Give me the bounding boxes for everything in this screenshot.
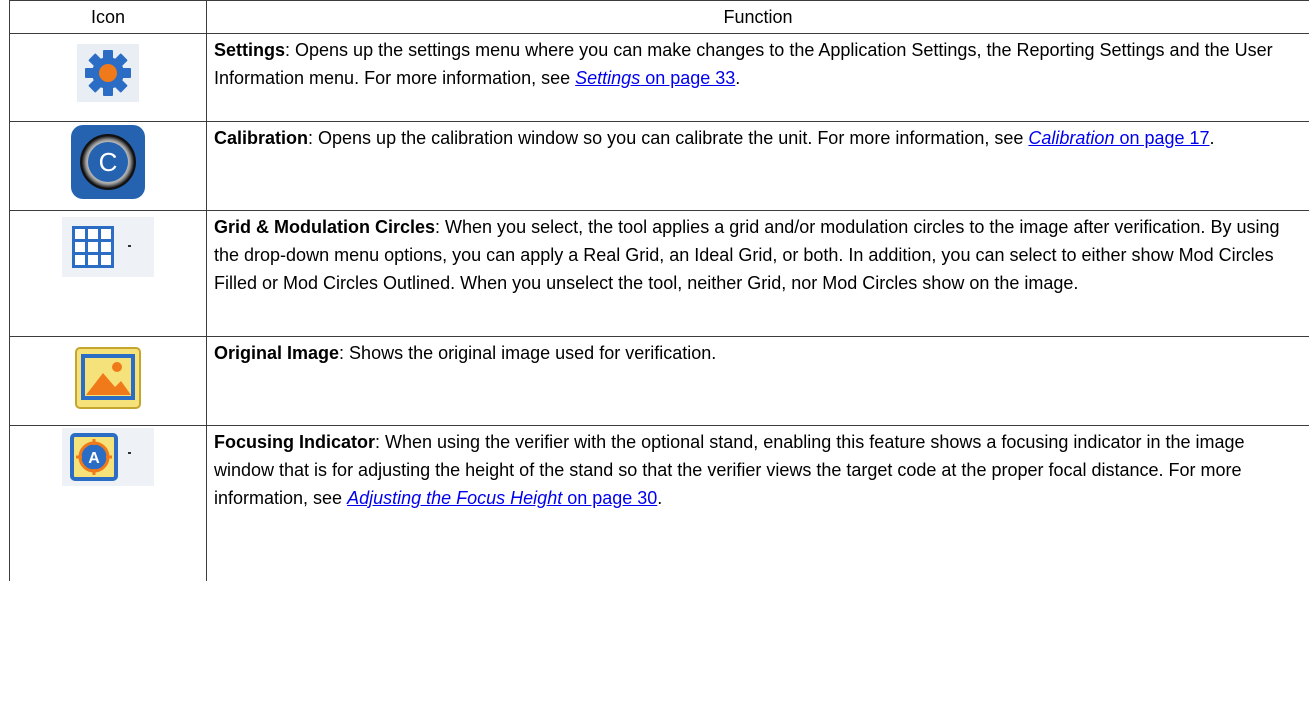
table-row: Grid & Modulation Circles: When you sele… — [9, 210, 1309, 337]
settings-link[interactable]: Settings on page 33 — [575, 68, 735, 88]
table-row: C Calibration: Opens up the calibration … — [9, 121, 1309, 211]
term-settings: Settings — [214, 40, 286, 60]
image-icon — [75, 347, 141, 417]
calibration-icon: C — [70, 124, 146, 208]
description-text: : Opens up the calibration window so you… — [308, 128, 1029, 148]
icon-function-table: Icon Function Settings: Opens up the set… — [9, 0, 1309, 581]
description-text: : Opens up the settings menu where you c… — [214, 40, 1273, 88]
description-text: : Shows the original image used for veri… — [339, 343, 717, 363]
term-grid: Grid & Modulation Circles — [214, 217, 436, 237]
table-header-row: Icon Function — [9, 0, 1309, 34]
adjusting-focus-height-link[interactable]: Adjusting the Focus Height on page 30 — [347, 488, 657, 508]
table-row: Original Image: Shows the original image… — [9, 336, 1309, 426]
header-function: Function — [206, 0, 1309, 34]
term-calibration: Calibration — [214, 128, 309, 148]
focus-target-icon: A — [62, 428, 154, 494]
grid-icon — [62, 217, 154, 285]
term-focusing-indicator: Focusing Indicator — [214, 432, 376, 452]
svg-text:A: A — [88, 450, 100, 467]
calibration-link[interactable]: Calibration on page 17 — [1028, 128, 1209, 148]
term-original-image: Original Image — [214, 343, 340, 363]
header-icon: Icon — [9, 0, 207, 34]
table-row: A Focusing Indicator: When using the ver… — [9, 425, 1309, 581]
svg-text:C: C — [99, 147, 118, 177]
gear-icon — [77, 44, 139, 110]
table-row: Settings: Opens up the settings menu whe… — [9, 33, 1309, 122]
